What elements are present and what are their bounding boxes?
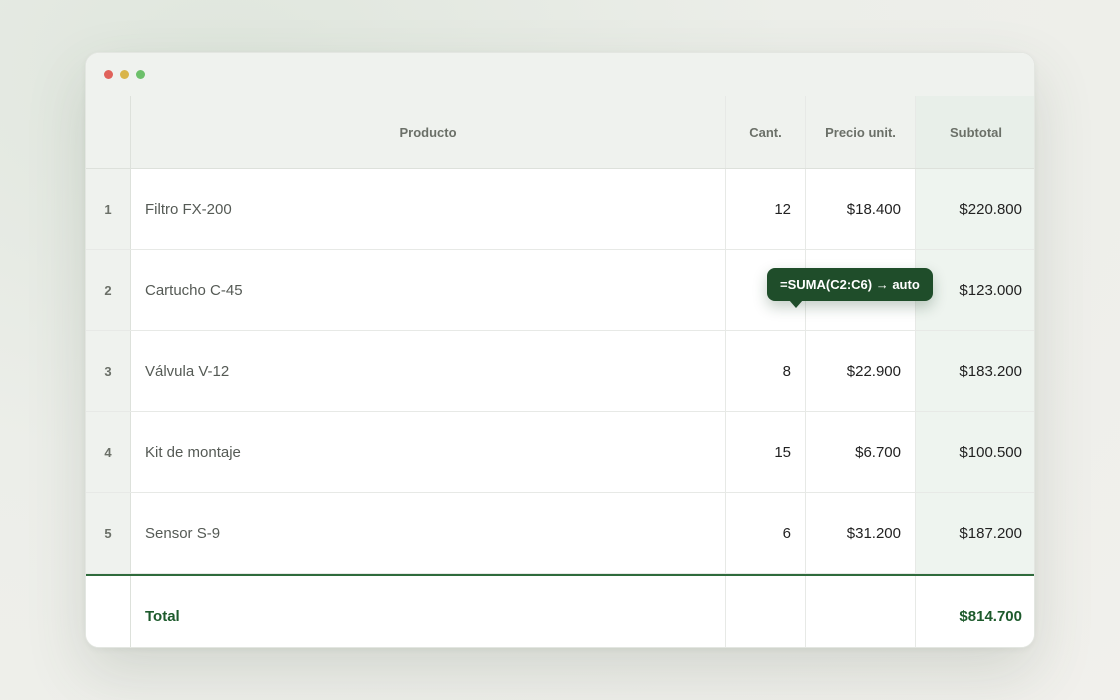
subtotal-cell[interactable]: $123.000 (916, 250, 1034, 330)
close-window-button[interactable] (104, 70, 113, 79)
minimize-window-button[interactable] (120, 70, 129, 79)
title-bar (86, 53, 1034, 97)
price-cell[interactable]: $18.400 (806, 169, 916, 249)
data-grid: Producto Cant. Precio unit. Subtotal 1 F… (86, 96, 1034, 647)
total-price-cell (806, 576, 916, 647)
subtotal-cell[interactable]: $183.200 (916, 331, 1034, 411)
header-row: Producto Cant. Precio unit. Subtotal (86, 96, 1034, 169)
total-row-number (86, 576, 131, 647)
column-header-price[interactable]: Precio unit. (806, 96, 916, 168)
spreadsheet-window: Producto Cant. Precio unit. Subtotal 1 F… (85, 52, 1035, 648)
total-row: Total $814.700 (86, 574, 1034, 647)
row-number[interactable]: 5 (86, 493, 131, 573)
product-cell[interactable]: Válvula V-12 (131, 331, 726, 411)
maximize-window-button[interactable] (136, 70, 145, 79)
table-row: 3 Válvula V-12 8 $22.900 $183.200 (86, 331, 1034, 412)
column-header-subtotal[interactable]: Subtotal (916, 96, 1034, 168)
row-number[interactable]: 4 (86, 412, 131, 492)
price-cell[interactable]: $6.700 (806, 412, 916, 492)
qty-cell[interactable]: 8 (726, 331, 806, 411)
tooltip-arrow (789, 300, 803, 308)
row-number-header (86, 96, 131, 168)
table-row: 5 Sensor S-9 6 $31.200 $187.200 (86, 493, 1034, 574)
row-number[interactable]: 1 (86, 169, 131, 249)
total-qty-cell (726, 576, 806, 647)
table-row: 4 Kit de montaje 15 $6.700 $100.500 (86, 412, 1034, 493)
column-header-qty[interactable]: Cant. (726, 96, 806, 168)
row-number[interactable]: 3 (86, 331, 131, 411)
total-value[interactable]: $814.700 (916, 576, 1034, 647)
product-cell[interactable]: Kit de montaje (131, 412, 726, 492)
product-cell[interactable]: Cartucho C-45 (131, 250, 726, 330)
formula-tooltip-text: =SUMA(C2:C6) → auto (780, 277, 920, 292)
column-header-product[interactable]: Producto (131, 96, 726, 168)
subtotal-cell[interactable]: $220.800 (916, 169, 1034, 249)
qty-cell[interactable]: 15 (726, 412, 806, 492)
price-cell[interactable]: $31.200 (806, 493, 916, 573)
product-cell[interactable]: Filtro FX-200 (131, 169, 726, 249)
subtotal-cell[interactable]: $100.500 (916, 412, 1034, 492)
price-cell[interactable]: $22.900 (806, 331, 916, 411)
formula-tooltip: =SUMA(C2:C6) → auto (767, 268, 933, 308)
row-number[interactable]: 2 (86, 250, 131, 330)
qty-cell[interactable]: 6 (726, 493, 806, 573)
subtotal-cell[interactable]: $187.200 (916, 493, 1034, 573)
qty-cell[interactable]: 12 (726, 169, 806, 249)
table-row: 1 Filtro FX-200 12 $18.400 $220.800 (86, 169, 1034, 250)
total-label: Total (131, 576, 726, 647)
product-cell[interactable]: Sensor S-9 (131, 493, 726, 573)
